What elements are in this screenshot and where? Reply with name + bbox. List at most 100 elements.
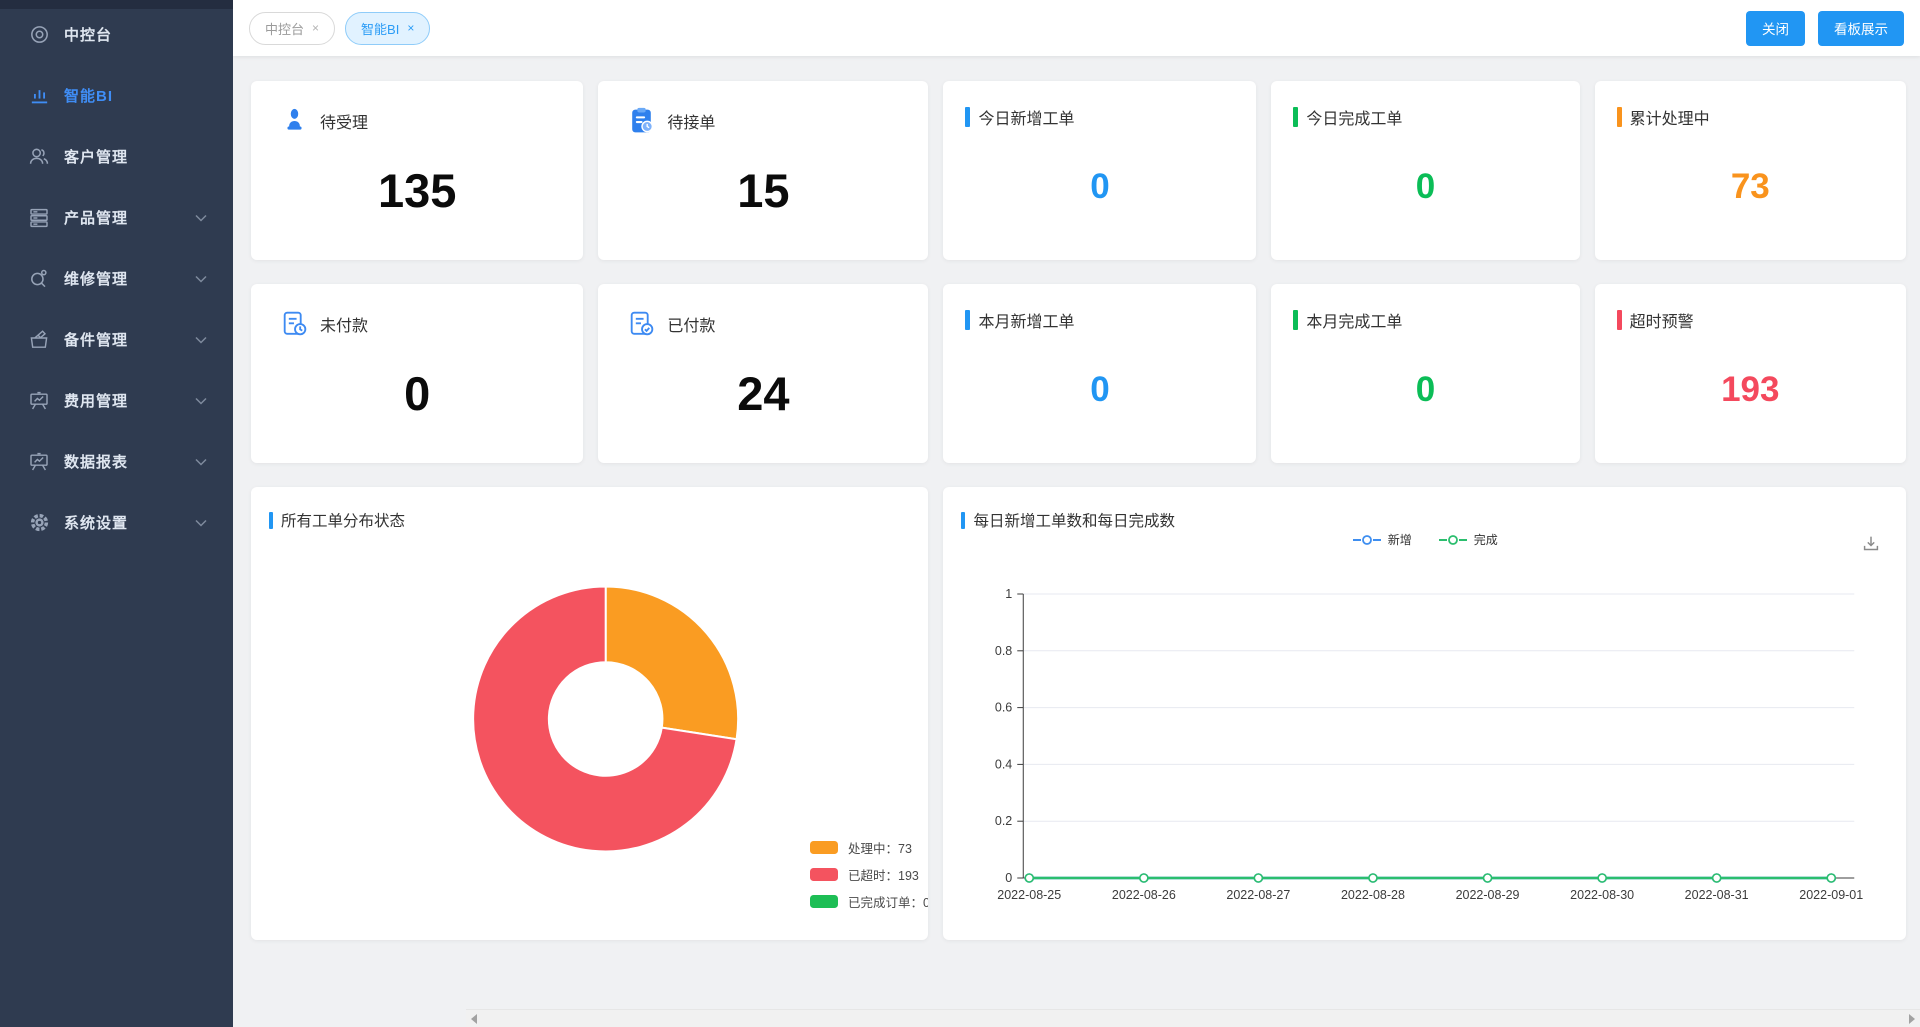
svg-text:2022-09-01: 2022-09-01 (1800, 888, 1864, 902)
sidebar-item-smart-bi[interactable]: 智能BI (0, 65, 233, 126)
stat-value: 0 (251, 331, 583, 455)
report-board-icon (27, 450, 51, 474)
chevron-down-icon (195, 397, 207, 405)
sidebar-item-label: 数据报表 (64, 451, 128, 472)
sidebar-item-label: 中控台 (64, 24, 112, 45)
tab-label: 中控台 (265, 19, 304, 38)
line-chart-card: 每日新增工单数和每日完成数 新增 完成 00.20.40.60.812022-08… (943, 487, 1906, 940)
close-button[interactable]: 关闭 (1746, 11, 1805, 46)
scroll-left-arrow-icon[interactable] (471, 1014, 477, 1024)
close-tab-icon[interactable]: × (407, 21, 414, 35)
sidebar-item-label: 产品管理 (64, 207, 128, 228)
data-point[interactable] (1255, 874, 1263, 882)
line-legend-item[interactable]: 新增 (1352, 531, 1412, 548)
sidebar-item-reports[interactable]: 数据报表 (0, 431, 233, 492)
sidebar-item-spare-parts[interactable]: 备件管理 (0, 309, 233, 370)
data-point[interactable] (1713, 874, 1721, 882)
products-icon (27, 206, 51, 230)
stat-value: 73 (1595, 121, 1906, 252)
svg-text:2022-08-31: 2022-08-31 (1685, 888, 1749, 902)
pie-chart-card: 所有工单分布状态 处理中：73 已超时：193 已完成订单：0 (251, 487, 928, 940)
svg-text:2022-08-30: 2022-08-30 (1571, 888, 1635, 902)
line-chart-plot[interactable]: 00.20.40.60.812022-08-252022-08-262022-0… (943, 487, 1906, 940)
pie-legend-item[interactable]: 处理中：73 (810, 834, 928, 861)
pie-slice[interactable] (606, 586, 738, 739)
data-point[interactable] (1828, 874, 1836, 882)
stat-card: 累计处理中73 (1595, 81, 1906, 260)
data-point[interactable] (1140, 874, 1148, 882)
tab-console[interactable]: 中控台 × (249, 12, 335, 45)
tab-bar: 中控台 × 智能BI × 关闭 看板展示 (233, 0, 1920, 56)
board-display-button[interactable]: 看板展示 (1818, 11, 1904, 46)
data-point[interactable] (1484, 874, 1492, 882)
pie-legend: 处理中：73 已超时：193 已完成订单：0 (810, 834, 928, 915)
pie-chart-title: 所有工单分布状态 (269, 509, 405, 531)
line-legend-item[interactable]: 完成 (1438, 531, 1498, 548)
scroll-right-arrow-icon[interactable] (1909, 1014, 1915, 1024)
stat-value: 0 (943, 324, 1256, 455)
stat-card: 待受理135 (251, 81, 583, 260)
svg-text:0: 0 (1006, 871, 1013, 885)
sidebar-item-label: 费用管理 (64, 390, 128, 411)
legend-swatch (810, 868, 838, 881)
repair-icon (27, 267, 51, 291)
stat-card: 超时预警193 (1595, 284, 1906, 463)
pie-chart-title-text: 所有工单分布状态 (281, 509, 405, 531)
download-icon[interactable] (1860, 533, 1882, 555)
pie-legend-item[interactable]: 已完成订单：0 (810, 888, 928, 915)
stat-value: 15 (598, 128, 928, 252)
svg-text:2022-08-26: 2022-08-26 (1112, 888, 1176, 902)
data-point[interactable] (1369, 874, 1377, 882)
stat-card: 本月新增工单0 (943, 284, 1256, 463)
stat-value: 193 (1595, 324, 1906, 455)
svg-text:2022-08-25: 2022-08-25 (998, 888, 1062, 902)
svg-text:0.2: 0.2 (995, 814, 1012, 828)
chevron-down-icon (195, 458, 207, 466)
legend-swatch (810, 895, 838, 908)
bi-chart-icon (27, 84, 51, 108)
sidebar-item-repairs[interactable]: 维修管理 (0, 248, 233, 309)
legend-label: 已超时：193 (848, 865, 919, 884)
sidebar-item-settings[interactable]: 系统设置 (0, 492, 233, 553)
chevron-down-icon (195, 214, 207, 222)
stat-value: 24 (598, 331, 928, 455)
svg-text:2022-08-27: 2022-08-27 (1227, 888, 1291, 902)
stat-card: 今日完成工单0 (1271, 81, 1579, 260)
line-chart-title: 每日新增工单数和每日完成数 (961, 509, 1175, 531)
console-icon (27, 23, 51, 47)
app-root: 中控台智能BI客户管理产品管理维修管理备件管理费用管理数据报表系统设置 中控台 … (0, 0, 1920, 1027)
legend-label: 新增 (1388, 531, 1412, 548)
sidebar-nav: 中控台智能BI客户管理产品管理维修管理备件管理费用管理数据报表系统设置 (0, 0, 233, 553)
dashboard-grid: 待受理135待接单15今日新增工单0今日完成工单0累计处理中73未付款0已付款2… (251, 81, 1906, 940)
main-area: 中控台 × 智能BI × 关闭 看板展示 待受理135待接单15今日新增工单0今… (233, 0, 1920, 1027)
pie-legend-item[interactable]: 已超时：193 (810, 861, 928, 888)
legend-marker-icon (1352, 534, 1382, 546)
stat-card: 待接单15 (598, 81, 928, 260)
data-point[interactable] (1599, 874, 1607, 882)
gear-icon (27, 511, 51, 535)
svg-text:2022-08-29: 2022-08-29 (1456, 888, 1520, 902)
legend-label: 处理中：73 (848, 838, 912, 857)
chevron-down-icon (195, 336, 207, 344)
stat-value: 135 (251, 128, 583, 252)
line-chart-legend: 新增 完成 (943, 531, 1906, 548)
stat-card: 未付款0 (251, 284, 583, 463)
horizontal-scrollbar[interactable] (466, 1009, 1920, 1027)
stat-card: 本月完成工单0 (1271, 284, 1579, 463)
tab-smart-bi[interactable]: 智能BI × (345, 12, 430, 45)
close-tab-icon[interactable]: × (312, 21, 319, 35)
sidebar-item-console[interactable]: 中控台 (0, 4, 233, 65)
chevron-down-icon (195, 519, 207, 527)
sidebar-item-customers[interactable]: 客户管理 (0, 126, 233, 187)
stat-value: 0 (1271, 324, 1579, 455)
sidebar-item-expenses[interactable]: 费用管理 (0, 370, 233, 431)
data-point[interactable] (1026, 874, 1034, 882)
svg-text:2022-08-28: 2022-08-28 (1341, 888, 1405, 902)
svg-text:0.8: 0.8 (995, 644, 1012, 658)
stat-card: 今日新增工单0 (943, 81, 1256, 260)
svg-text:1: 1 (1006, 587, 1013, 601)
spare-parts-icon (27, 328, 51, 352)
tab-label: 智能BI (361, 19, 399, 38)
title-accent-bar (269, 512, 273, 529)
sidebar-item-products[interactable]: 产品管理 (0, 187, 233, 248)
